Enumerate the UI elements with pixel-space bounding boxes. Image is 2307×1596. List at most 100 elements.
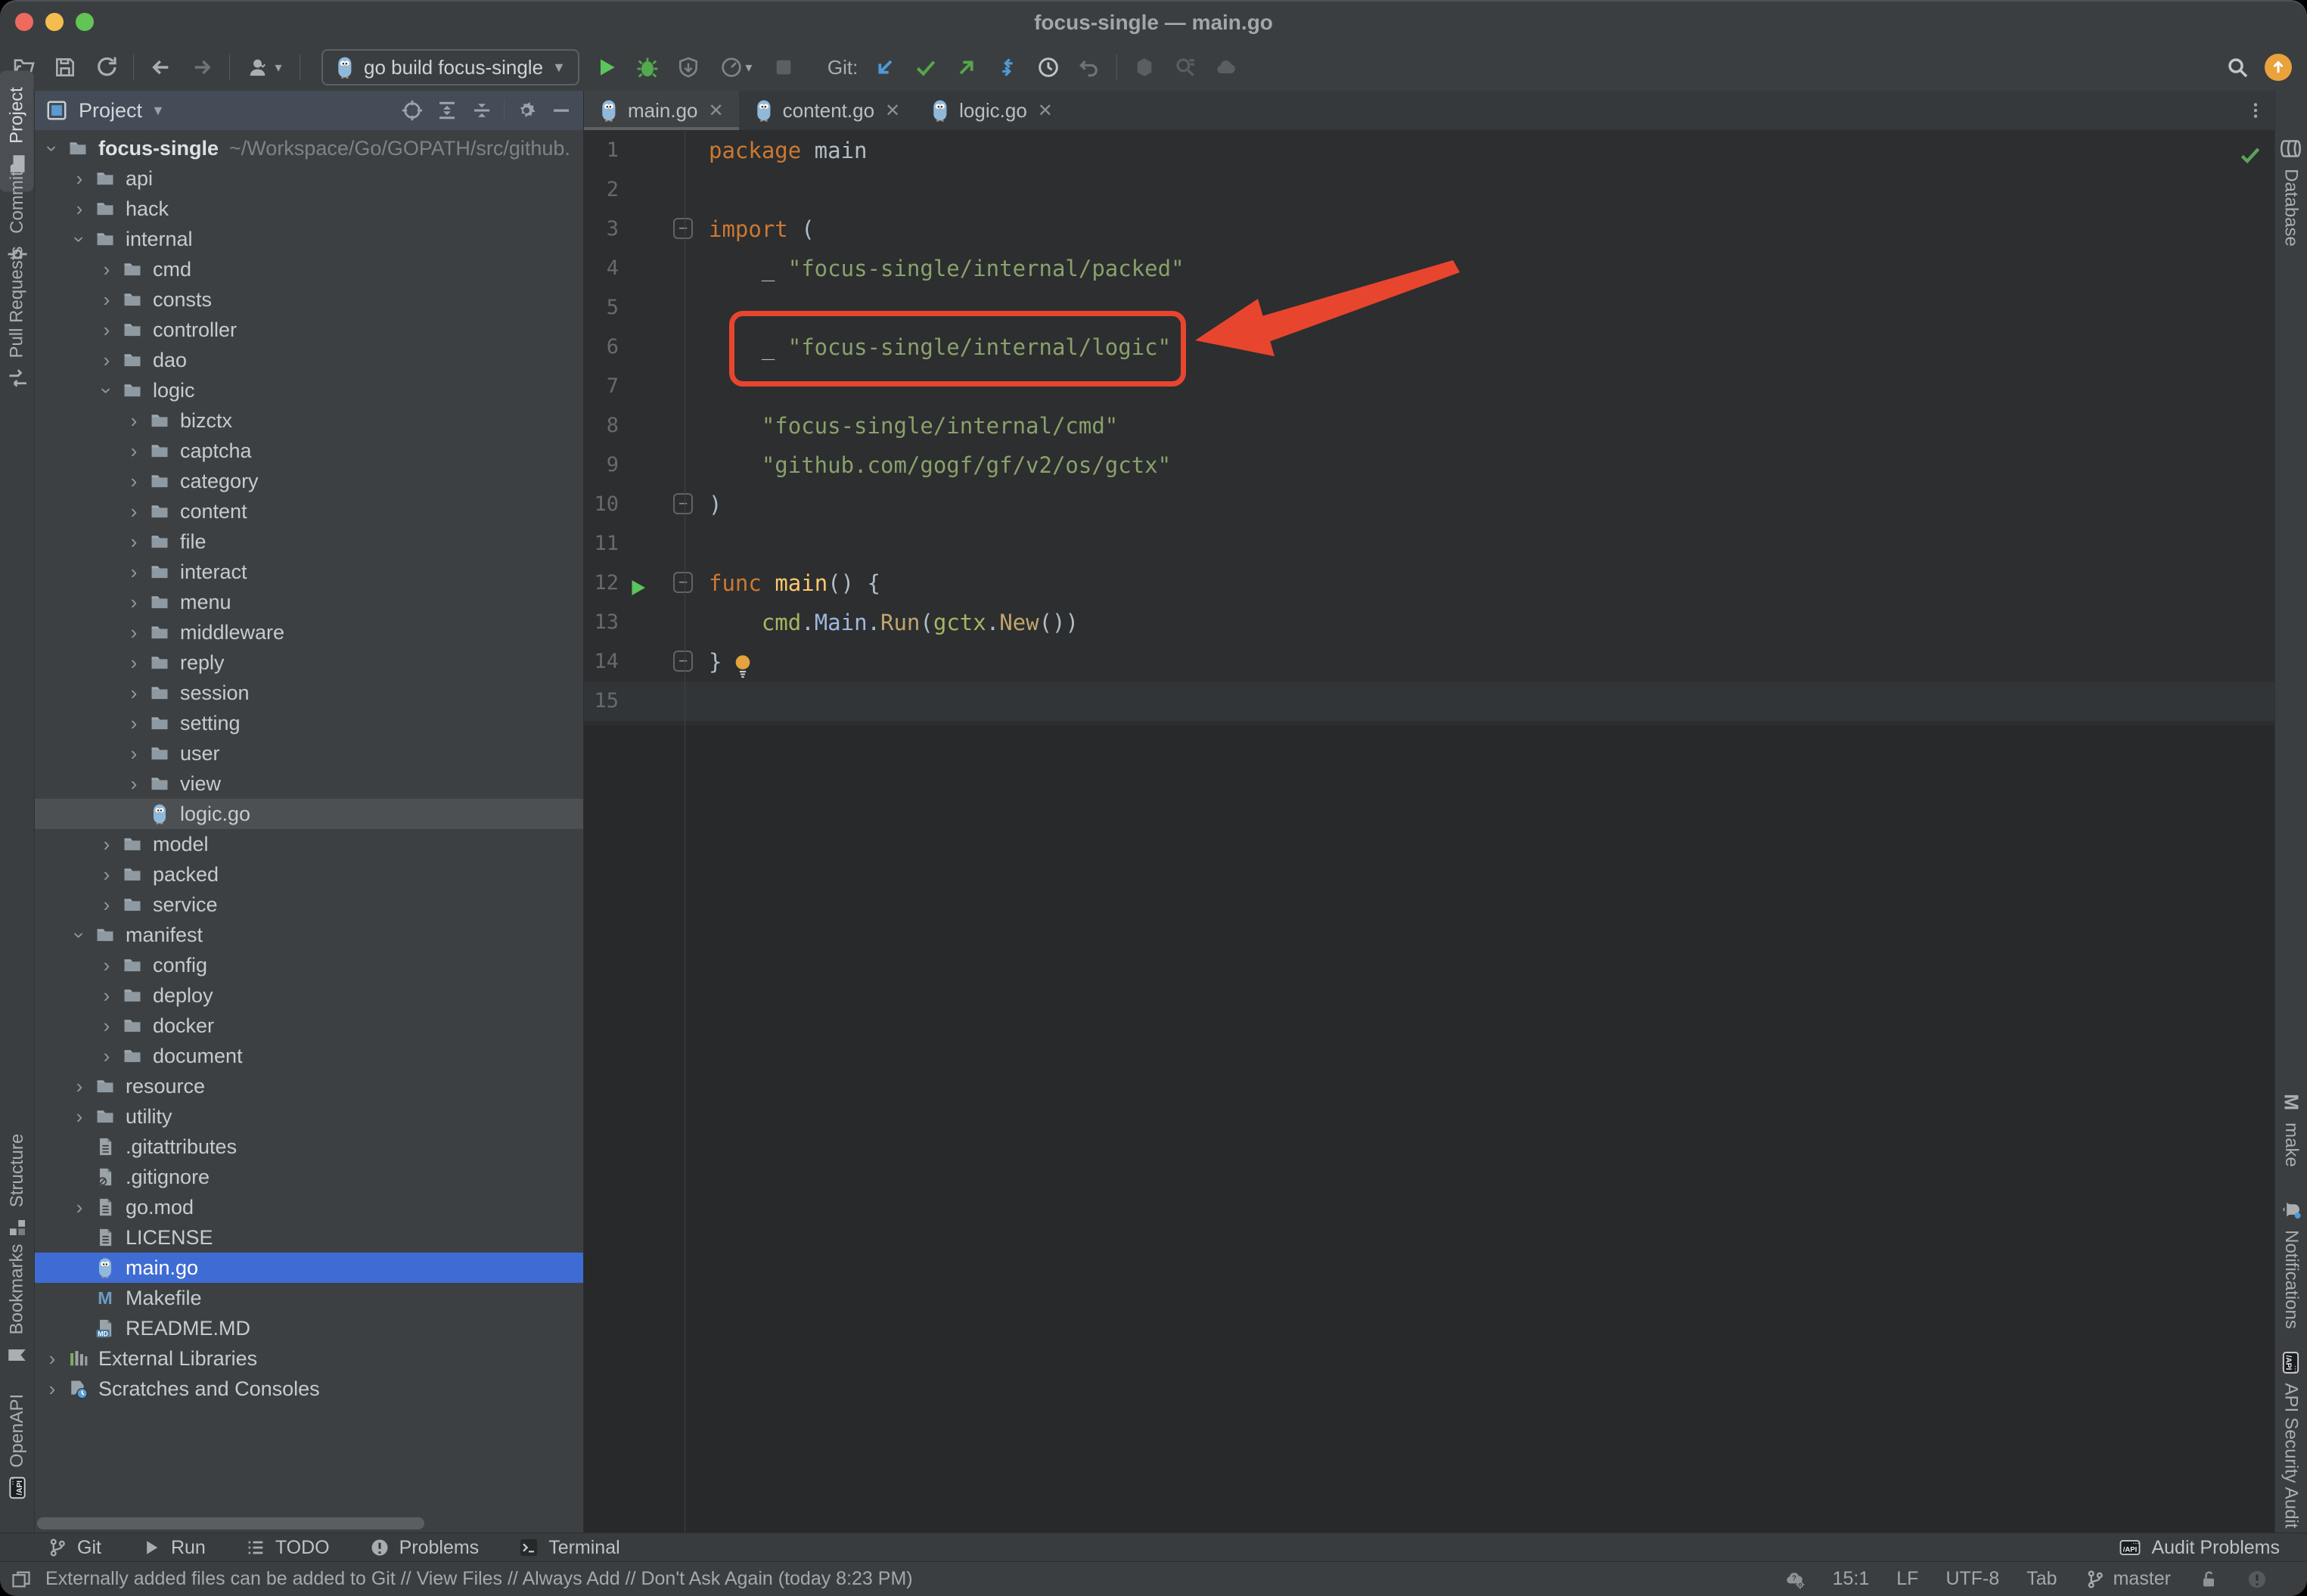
unlock-icon[interactable] <box>2198 1569 2219 1590</box>
chevron-down-icon[interactable]: › <box>41 135 64 161</box>
horizontal-scrollbar[interactable] <box>37 1517 424 1529</box>
chevron-down-icon[interactable]: › <box>68 226 92 252</box>
status-widget-utf-8[interactable]: UTF-8 <box>1945 1568 1999 1590</box>
intention-bulb-icon[interactable] <box>732 651 753 675</box>
tree-row-deploy[interactable]: ›deploy <box>35 980 583 1011</box>
chevron-right-icon[interactable]: › <box>94 863 120 886</box>
tree-row-view[interactable]: ›view <box>35 769 583 799</box>
line-number[interactable]: 2 <box>584 170 619 210</box>
tree-row-interact[interactable]: ›interact <box>35 557 583 587</box>
collapse-all-icon[interactable] <box>469 98 495 123</box>
chevron-right-icon[interactable]: › <box>94 954 120 977</box>
tab-content.go[interactable]: content.go✕ <box>739 91 916 130</box>
chevron-right-icon[interactable]: › <box>121 651 147 675</box>
chevron-right-icon[interactable]: › <box>121 682 147 705</box>
settings-gear-icon[interactable] <box>514 98 539 123</box>
tool-window-button-terminal[interactable]: Terminal <box>518 1537 619 1559</box>
tree-row-category[interactable]: ›category <box>35 466 583 496</box>
tool-window-button-problems[interactable]: Problems <box>369 1537 480 1559</box>
fold-marker-icon[interactable]: − <box>673 218 693 239</box>
tool-window-button-audit-problems[interactable]: /APIAudit Problems <box>2119 1537 2280 1559</box>
run-main-gutter-icon[interactable] <box>626 572 649 595</box>
chevron-right-icon[interactable]: › <box>121 470 147 493</box>
forward-icon[interactable] <box>188 54 216 81</box>
line-number[interactable]: 15 <box>584 682 619 721</box>
chevron-down-icon[interactable]: › <box>95 377 119 403</box>
merge-icon[interactable] <box>994 54 1021 81</box>
chevron-right-icon[interactable]: › <box>121 712 147 735</box>
status-widget-tab[interactable]: Tab <box>2026 1568 2057 1590</box>
chevron-right-icon[interactable]: › <box>94 258 120 281</box>
back-icon[interactable] <box>147 54 175 81</box>
debug-icon[interactable] <box>634 54 661 81</box>
tree-row-focus-single[interactable]: ›focus-single~/Workspace/Go/GOPATH/src/g… <box>35 133 583 163</box>
chevron-right-icon[interactable]: › <box>67 167 92 191</box>
tree-row-api[interactable]: ›api <box>35 163 583 194</box>
chevron-right-icon[interactable]: › <box>67 1196 92 1219</box>
line-number[interactable]: 7 <box>584 367 619 406</box>
chevron-right-icon[interactable]: › <box>67 1105 92 1129</box>
chevron-right-icon[interactable]: › <box>94 984 120 1008</box>
chevron-right-icon[interactable]: › <box>121 409 147 433</box>
run-configuration-select[interactable]: go build focus-single▼ <box>321 49 579 85</box>
tree-row-config[interactable]: ›config <box>35 950 583 980</box>
inspection-ok-check-icon[interactable] <box>2238 143 2262 167</box>
code-line-6[interactable]: 6 _ "focus-single/internal/logic" <box>584 328 2274 367</box>
hide-panel-icon[interactable] <box>548 98 574 123</box>
code-line-4[interactable]: 4 _ "focus-single/internal/packed" <box>584 249 2274 288</box>
tree-row-controller[interactable]: ›controller <box>35 315 583 345</box>
chevron-right-icon[interactable]: › <box>121 439 147 463</box>
tree-row-setting[interactable]: ›setting <box>35 708 583 738</box>
update-project-icon[interactable] <box>871 54 899 81</box>
dim-hexagon-icon[interactable] <box>1131 54 1158 81</box>
tree-row-logic.go[interactable]: logic.go <box>35 799 583 829</box>
close-tab-icon[interactable]: ✕ <box>885 100 900 122</box>
chevron-right-icon[interactable]: › <box>94 1045 120 1068</box>
fold-marker-icon[interactable]: − <box>673 651 693 672</box>
chevron-right-icon[interactable]: › <box>121 560 147 584</box>
code-line-12[interactable]: 12−func main() { <box>584 564 2274 603</box>
code-line-7[interactable]: 7 <box>584 367 2274 406</box>
chevron-right-icon[interactable]: › <box>39 1377 65 1401</box>
tree-row-bizctx[interactable]: ›bizctx <box>35 405 583 436</box>
tab-main.go[interactable]: main.go✕ <box>584 91 739 130</box>
tree-row-session[interactable]: ›session <box>35 678 583 708</box>
code-line-13[interactable]: 13 cmd.Main.Run(gctx.New()) <box>584 603 2274 642</box>
code-line-5[interactable]: 5 <box>584 288 2274 328</box>
tool-stripe-item-make[interactable]: Mmake <box>2274 1078 2307 1180</box>
locate-icon[interactable] <box>399 98 425 123</box>
line-number[interactable]: 10 <box>584 485 619 524</box>
code-line-10[interactable]: 10−) <box>584 485 2274 524</box>
run-icon[interactable] <box>593 54 620 81</box>
editor-options-kebab-icon[interactable] <box>2237 91 2274 130</box>
tree-row-license[interactable]: LICENSE <box>35 1222 583 1253</box>
code-line-3[interactable]: 3−import ( <box>584 210 2274 249</box>
tree-row-readme.md[interactable]: MDREADME.MD <box>35 1313 583 1343</box>
cloud-settings-icon[interactable]: ? <box>1784 1569 1806 1590</box>
tree-row-document[interactable]: ›document <box>35 1041 583 1071</box>
history-icon[interactable] <box>1035 54 1062 81</box>
chevron-right-icon[interactable]: › <box>121 742 147 765</box>
code-line-15[interactable]: 15 <box>584 682 2274 721</box>
dim-search-icon[interactable] <box>1172 54 1199 81</box>
tree-row-reply[interactable]: ›reply <box>35 647 583 678</box>
code-line-9[interactable]: 9 "github.com/gogf/gf/v2/os/gctx" <box>584 446 2274 485</box>
tree-row-middleware[interactable]: ›middleware <box>35 617 583 647</box>
tool-stripe-item-api-security-audit[interactable]: /APIAPI Security Audit <box>2274 1315 2307 1564</box>
user-icon[interactable]: ▾ <box>244 54 286 81</box>
code-line-2[interactable]: 2 <box>584 170 2274 210</box>
sync-icon[interactable] <box>92 54 120 81</box>
commit-icon[interactable] <box>912 54 939 81</box>
tree-row-model[interactable]: ›model <box>35 829 583 859</box>
chevron-right-icon[interactable]: › <box>67 1075 92 1098</box>
line-number[interactable]: 9 <box>584 446 619 485</box>
tree-row-main.go[interactable]: main.go <box>35 1253 583 1283</box>
line-number[interactable]: 3 <box>584 210 619 249</box>
tree-row-menu[interactable]: ›menu <box>35 587 583 617</box>
chevron-right-icon[interactable]: › <box>94 288 120 312</box>
status-message[interactable]: Externally added files can be added to G… <box>45 1568 913 1590</box>
line-number[interactable]: 8 <box>584 406 619 446</box>
tool-window-button-todo[interactable]: TODO <box>245 1537 330 1559</box>
status-widget-15-1[interactable]: 15:1 <box>1833 1568 1870 1590</box>
close-tab-icon[interactable]: ✕ <box>1038 100 1053 122</box>
